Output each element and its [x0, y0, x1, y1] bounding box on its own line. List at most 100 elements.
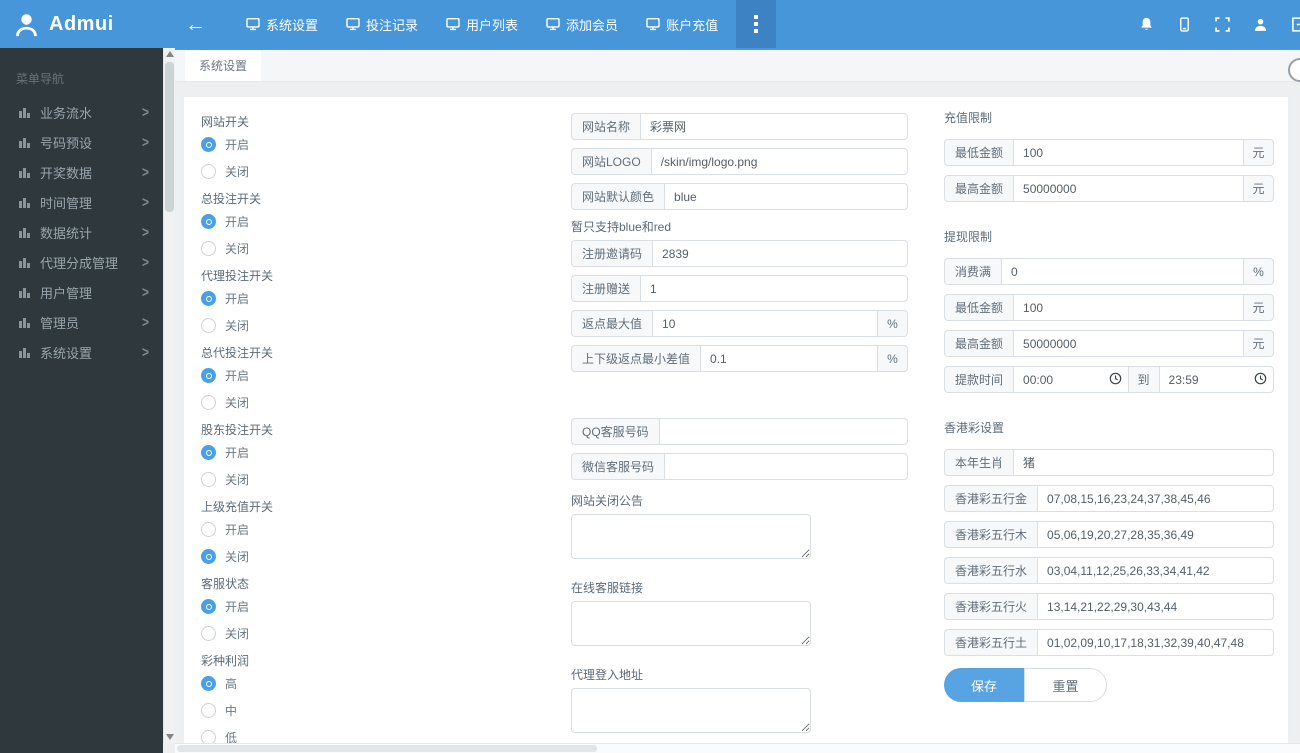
- scrollbar-thumb[interactable]: [165, 62, 174, 212]
- nav-user-list[interactable]: 用户列表: [432, 0, 532, 48]
- consume-min-input[interactable]: [1001, 258, 1244, 285]
- invite-code-input[interactable]: [652, 240, 908, 267]
- radio-icon[interactable]: [201, 164, 216, 179]
- radio-icon[interactable]: [201, 291, 216, 306]
- radio-option-medium[interactable]: 中: [201, 697, 531, 724]
- radio-icon[interactable]: [201, 472, 216, 487]
- field-label: QQ客服号码: [571, 418, 659, 445]
- recharge-min-input[interactable]: [1013, 139, 1244, 166]
- close-notice-textarea[interactable]: [571, 514, 811, 559]
- user-icon[interactable]: [1253, 17, 1268, 32]
- radio-option-on[interactable]: 开启: [201, 208, 531, 235]
- nav-more-button[interactable]: [736, 0, 777, 48]
- withdraw-max-input[interactable]: [1013, 330, 1244, 357]
- radio-option-on[interactable]: 开启: [201, 439, 531, 466]
- radio-option-on[interactable]: 开启: [201, 593, 531, 620]
- sidebar-item-business-flow[interactable]: 业务流水 >: [0, 97, 163, 127]
- wuxing-gold-input[interactable]: [1037, 485, 1274, 512]
- wuxing-wood-input[interactable]: [1037, 521, 1274, 548]
- radio-option-off[interactable]: 关闭: [201, 158, 531, 185]
- radio-icon[interactable]: [201, 703, 216, 718]
- monitor-icon: [446, 17, 460, 31]
- bell-icon[interactable]: [1139, 17, 1154, 32]
- mobile-icon[interactable]: [1177, 16, 1192, 32]
- nav-bet-records[interactable]: 投注记录: [332, 0, 432, 48]
- radio-icon[interactable]: [201, 549, 216, 564]
- wuxing-water-input[interactable]: [1037, 557, 1274, 584]
- radio-option-on[interactable]: 开启: [201, 516, 531, 543]
- chart-bars-icon: [19, 167, 30, 178]
- withdraw-min-input[interactable]: [1013, 294, 1244, 321]
- sidebar-item-draw-data[interactable]: 开奖数据 >: [0, 157, 163, 187]
- wechat-service-input[interactable]: [664, 453, 908, 480]
- radio-icon[interactable]: [201, 676, 216, 691]
- withdraw-time-to-input[interactable]: [1158, 366, 1275, 393]
- rebate-max-input[interactable]: [652, 310, 878, 337]
- radio-option-on[interactable]: 开启: [201, 285, 531, 312]
- radio-option-off[interactable]: 关闭: [201, 389, 531, 416]
- save-button[interactable]: 保存: [944, 668, 1024, 702]
- scrollbar-thumb[interactable]: [177, 745, 597, 752]
- sidebar-item-administrator[interactable]: 管理员 >: [0, 307, 163, 337]
- sidebar-item-agent-commission[interactable]: 代理分成管理 >: [0, 247, 163, 277]
- field-withdraw-time: 提款时间 到: [944, 366, 1275, 393]
- nav-system-settings[interactable]: 系统设置: [232, 0, 332, 48]
- nav-account-recharge[interactable]: 账户充值: [632, 0, 732, 48]
- site-name-input[interactable]: [640, 113, 908, 140]
- logout-icon[interactable]: [1291, 16, 1300, 32]
- reset-button[interactable]: 重置: [1024, 668, 1107, 702]
- tab-system-settings[interactable]: 系统设置: [185, 50, 261, 81]
- close-notice-label: 网站关闭公告: [571, 494, 644, 508]
- chart-bars-icon: [19, 347, 30, 358]
- radio-icon[interactable]: [201, 599, 216, 614]
- back-arrow-icon[interactable]: ←: [185, 14, 206, 35]
- sidebar-item-system-settings[interactable]: 系统设置 >: [0, 337, 163, 367]
- sidebar-item-time-management[interactable]: 时间管理 >: [0, 187, 163, 217]
- nav-add-member[interactable]: 添加会员: [532, 0, 632, 48]
- sidebar-item-user-management[interactable]: 用户管理 >: [0, 277, 163, 307]
- radio-option-off[interactable]: 关闭: [201, 466, 531, 493]
- radio-icon[interactable]: [201, 445, 216, 460]
- agent-login-address-textarea[interactable]: [571, 688, 811, 733]
- qq-service-input[interactable]: [658, 418, 908, 445]
- register-gift-input[interactable]: [640, 275, 908, 302]
- withdraw-time-from-input[interactable]: [1013, 366, 1129, 393]
- sidebar-item-statistics[interactable]: 数据统计 >: [0, 217, 163, 247]
- radio-icon[interactable]: [201, 318, 216, 333]
- horizontal-scrollbar[interactable]: [175, 743, 1300, 753]
- switch-group-label: 总投注开关: [201, 192, 262, 206]
- vertical-scrollbar[interactable]: [163, 48, 175, 743]
- scroll-down-arrow[interactable]: [166, 734, 174, 740]
- radio-option-off[interactable]: 关闭: [201, 620, 531, 647]
- site-logo-input[interactable]: [650, 148, 908, 175]
- radio-option-on[interactable]: 开启: [201, 362, 531, 389]
- radio-icon[interactable]: [201, 522, 216, 537]
- tab-options-circle-button[interactable]: [1288, 58, 1300, 82]
- radio-option-off[interactable]: 关闭: [201, 543, 531, 570]
- radio-icon[interactable]: [201, 395, 216, 410]
- wuxing-earth-input[interactable]: [1037, 629, 1274, 656]
- radio-option-on[interactable]: 开启: [201, 131, 531, 158]
- brand[interactable]: Admui: [0, 11, 163, 38]
- radio-option-off[interactable]: 关闭: [201, 235, 531, 262]
- radio-option-off[interactable]: 关闭: [201, 312, 531, 339]
- chart-bars-icon: [19, 257, 30, 268]
- field-label: 香港彩五行土: [944, 629, 1038, 656]
- default-color-input[interactable]: [664, 183, 908, 210]
- nav-label: 账户充值: [666, 17, 719, 33]
- radio-icon[interactable]: [201, 241, 216, 256]
- radio-icon[interactable]: [201, 626, 216, 641]
- radio-icon[interactable]: [201, 137, 216, 152]
- wuxing-fire-input[interactable]: [1037, 593, 1274, 620]
- sidebar-item-number-preset[interactable]: 号码预设 >: [0, 127, 163, 157]
- chevron-right-icon: >: [141, 193, 149, 211]
- rebate-min-diff-input[interactable]: [700, 345, 878, 372]
- radio-option-high[interactable]: 高: [201, 670, 531, 697]
- recharge-max-input[interactable]: [1013, 175, 1244, 202]
- online-service-link-textarea[interactable]: [571, 601, 811, 646]
- radio-icon[interactable]: [201, 214, 216, 229]
- scroll-up-arrow[interactable]: [166, 51, 174, 57]
- zodiac-input[interactable]: [1013, 449, 1274, 476]
- radio-icon[interactable]: [201, 368, 216, 383]
- fullscreen-icon[interactable]: [1215, 16, 1230, 32]
